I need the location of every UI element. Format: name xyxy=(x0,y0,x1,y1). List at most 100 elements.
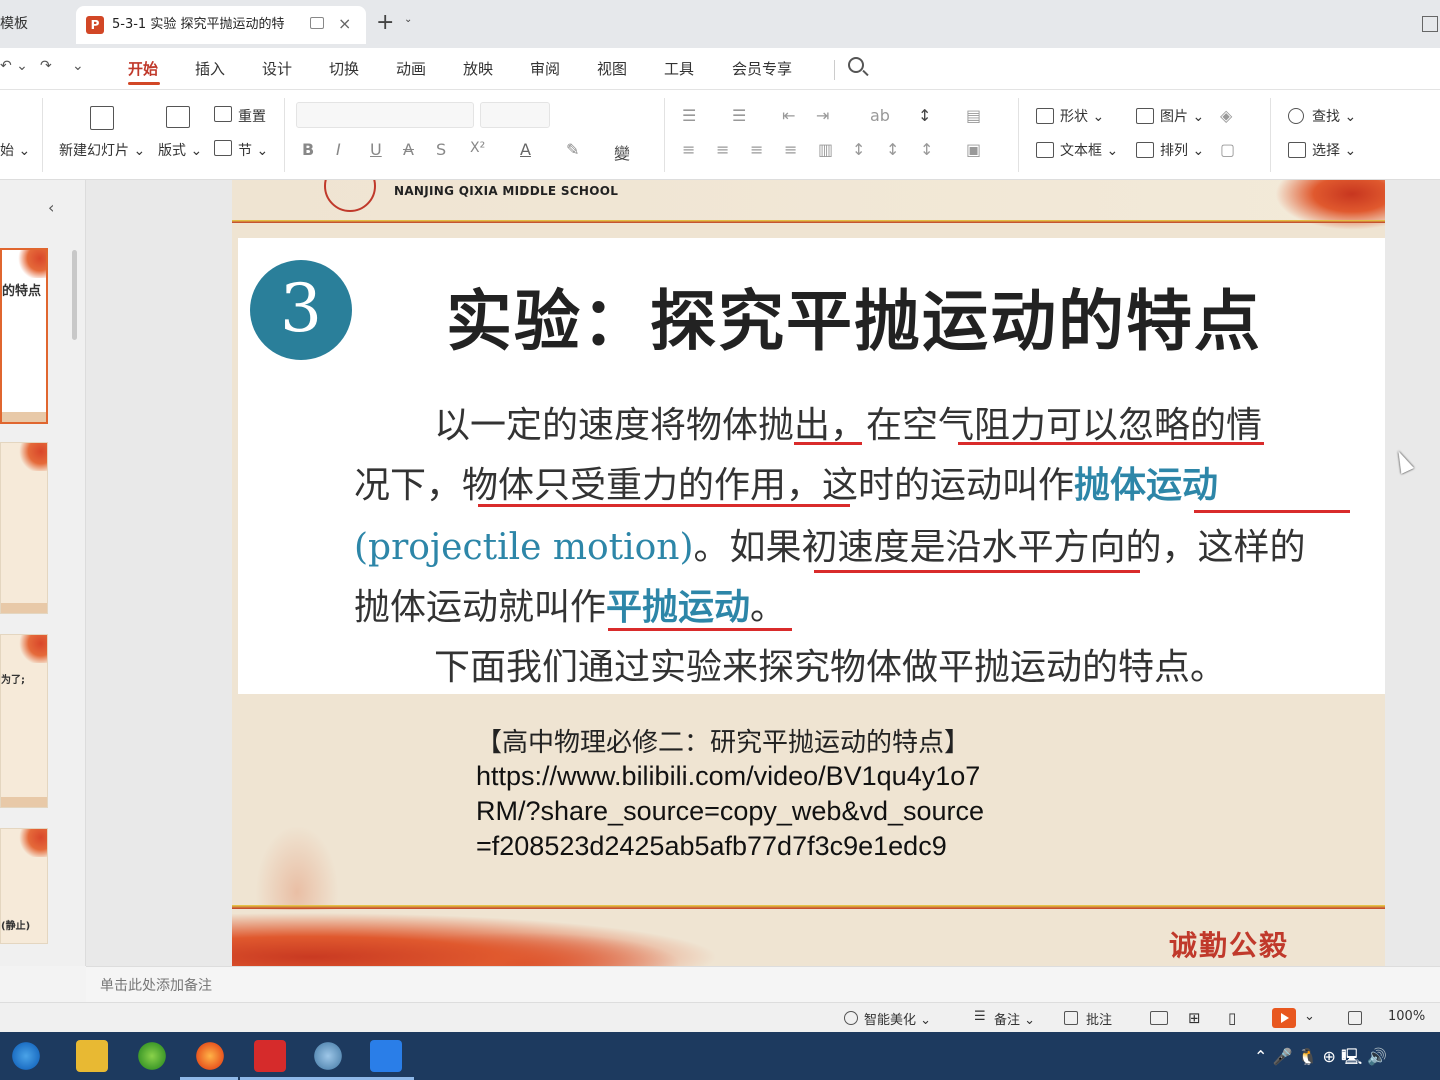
fit-window-icon[interactable] xyxy=(1348,1011,1362,1025)
shape-icon[interactable] xyxy=(1036,108,1054,124)
textbox-icon[interactable] xyxy=(1036,142,1054,158)
section-icon[interactable] xyxy=(214,140,232,156)
file-explorer-icon[interactable] xyxy=(76,1040,108,1072)
select-button[interactable]: 选择 ⌄ xyxy=(1312,140,1356,160)
slide-title[interactable]: 实验：探究平抛运动的特点 xyxy=(446,268,1262,364)
panel-scrollbar[interactable] xyxy=(72,250,77,340)
tab-document[interactable]: P 5-3-1 实验 探究平抛运动的特 × xyxy=(76,6,366,44)
textbox-button[interactable]: 文本框 ⌄ xyxy=(1060,140,1118,160)
tab-template[interactable]: 模板 xyxy=(0,6,72,42)
reset-icon[interactable] xyxy=(214,106,232,122)
start-slideshow-button[interactable]: 始 ⌄ xyxy=(0,140,30,160)
slide-sorter-icon[interactable]: ⊞ xyxy=(1188,1009,1201,1027)
select-icon[interactable] xyxy=(1288,142,1306,158)
menu-tools[interactable]: 工具 xyxy=(664,58,694,79)
shape-button[interactable]: 形状 ⌄ xyxy=(1060,106,1104,126)
menu-home[interactable]: 开始 xyxy=(128,58,158,79)
browser-360-icon[interactable] xyxy=(136,1040,168,1072)
notes-pane[interactable]: 单击此处添加备注 xyxy=(86,966,1440,1002)
search-icon[interactable] xyxy=(848,57,864,73)
slide-thumbnail[interactable] xyxy=(0,442,48,614)
slide[interactable]: NANJING QIXIA MIDDLE SCHOOL 3 实验：探究平抛运动的… xyxy=(232,180,1385,966)
reference-url-line[interactable]: https://www.bilibili.com/video/BV1qu4y1o… xyxy=(476,759,984,794)
increase-indent-icon[interactable]: ⇥ xyxy=(816,106,829,125)
redo-button[interactable]: ↷ xyxy=(40,58,52,74)
text-direction-icon[interactable]: ab xyxy=(870,106,890,125)
font-size-select[interactable] xyxy=(480,102,550,128)
menu-insert[interactable]: 插入 xyxy=(195,58,225,79)
firefox-icon[interactable] xyxy=(194,1040,226,1072)
menu-transitions[interactable]: 切换 xyxy=(329,58,359,79)
bullets-icon[interactable]: ☰ xyxy=(682,106,696,125)
phonetic-button[interactable]: 變 xyxy=(614,140,630,164)
menu-member[interactable]: 会员专享 xyxy=(732,58,792,79)
layout-button[interactable]: 版式 ⌄ xyxy=(158,140,202,160)
smart-beautify-button[interactable]: 智能美化 ⌄ xyxy=(864,1009,931,1028)
menu-view[interactable]: 视图 xyxy=(597,58,627,79)
new-slide-button[interactable]: 新建幻灯片 ⌄ xyxy=(59,140,145,160)
comments-button[interactable]: 批注 xyxy=(1086,1009,1112,1028)
reference-url-line[interactable]: =f208523d2425ab5afb77d7f3c9e1edc9 xyxy=(476,829,984,864)
text-box-align-icon[interactable]: ▣ xyxy=(966,140,981,159)
align-center-icon[interactable]: ≡ xyxy=(716,140,729,159)
arrange-icon[interactable] xyxy=(1136,142,1154,158)
quick-access-more[interactable]: ⌄ xyxy=(72,58,84,74)
find-button[interactable]: 查找 ⌄ xyxy=(1312,106,1356,126)
convert-icon[interactable]: ▤ xyxy=(966,106,981,125)
superscript-button[interactable]: X² xyxy=(470,140,485,156)
layout-icon[interactable] xyxy=(166,106,190,128)
reading-view-icon[interactable]: ▯ xyxy=(1228,1009,1236,1027)
reset-button[interactable]: 重置 xyxy=(238,106,266,126)
system-tray-icons[interactable]: ⌃ 🎤 🐧 ⊕ 🖳 🔊 xyxy=(1254,1046,1387,1073)
notes-placeholder[interactable]: 单击此处添加备注 xyxy=(100,975,212,995)
columns-icon[interactable]: ▥ xyxy=(818,140,833,159)
italic-button[interactable]: I xyxy=(336,140,341,159)
decrease-indent-icon[interactable]: ⇤ xyxy=(782,106,795,125)
collapse-panel-icon[interactable]: ‹ xyxy=(48,198,54,217)
underline-button[interactable]: U xyxy=(370,140,382,159)
paragraph-spacing-icon[interactable]: ↕ xyxy=(886,140,899,159)
play-slideshow-button[interactable] xyxy=(1272,1008,1296,1028)
font-color-button[interactable]: A xyxy=(520,140,531,159)
picture-button[interactable]: 图片 ⌄ xyxy=(1160,106,1204,126)
undo-button[interactable]: ↶ ⌄ xyxy=(0,58,28,74)
wps-office-icon[interactable] xyxy=(254,1040,286,1072)
ie-browser-icon[interactable] xyxy=(10,1040,42,1072)
video-recorder-icon[interactable] xyxy=(370,1040,402,1072)
numbering-icon[interactable]: ☰ xyxy=(732,106,746,125)
section-button[interactable]: 节 ⌄ xyxy=(238,140,268,160)
new-slide-icon[interactable] xyxy=(90,106,114,130)
highlight-button[interactable]: ✎ xyxy=(566,140,579,159)
justify-icon[interactable]: ≡ xyxy=(784,140,797,159)
align-left-icon[interactable]: ≡ xyxy=(682,140,695,159)
menu-design[interactable]: 设计 xyxy=(262,58,292,79)
slide-thumbnail[interactable]: (静止) xyxy=(0,828,48,944)
window-layout-icon[interactable] xyxy=(1422,16,1438,32)
new-tab-dropdown-icon[interactable]: ⌄ xyxy=(404,14,412,25)
menu-review[interactable]: 审阅 xyxy=(530,58,560,79)
normal-view-icon[interactable] xyxy=(1150,1011,1168,1025)
zoom-level[interactable]: 100% xyxy=(1388,1009,1425,1024)
line-spacing-icon[interactable]: ↕ xyxy=(852,140,865,159)
play-options-icon[interactable]: ⌄ xyxy=(1304,1009,1315,1024)
reference-text-box[interactable]: 【高中物理必修二：研究平抛运动的特点】 https://www.bilibili… xyxy=(476,722,984,864)
find-icon[interactable] xyxy=(1288,108,1304,124)
strikethrough-button[interactable]: A xyxy=(403,140,414,159)
fill-icon[interactable]: ◈ xyxy=(1220,106,1232,125)
slide-thumbnail[interactable]: 的特点 xyxy=(0,248,48,424)
bold-button[interactable]: B xyxy=(302,140,314,159)
paint-icon[interactable] xyxy=(312,1040,344,1072)
arrange-button[interactable]: 排列 ⌄ xyxy=(1160,140,1204,160)
reference-url-line[interactable]: RM/?share_source=copy_web&vd_source xyxy=(476,794,984,829)
menu-slideshow[interactable]: 放映 xyxy=(463,58,493,79)
slide-content-box[interactable]: 3 实验：探究平抛运动的特点 以一定的速度将物体抛出，在空气阻力可以忽略的情 况… xyxy=(238,238,1385,694)
font-family-select[interactable] xyxy=(296,102,474,128)
spacing-options-icon[interactable]: ↕ xyxy=(920,140,933,159)
tab-close-icon[interactable]: × xyxy=(338,14,351,33)
sort-icon[interactable]: ↕ xyxy=(918,106,931,125)
picture-icon[interactable] xyxy=(1136,108,1154,124)
slide-thumbnail[interactable]: 为了; xyxy=(0,634,48,808)
shadow-button[interactable]: S xyxy=(436,140,446,159)
tab-window-icon[interactable] xyxy=(310,17,324,29)
outline-icon[interactable]: ▢ xyxy=(1220,140,1235,159)
